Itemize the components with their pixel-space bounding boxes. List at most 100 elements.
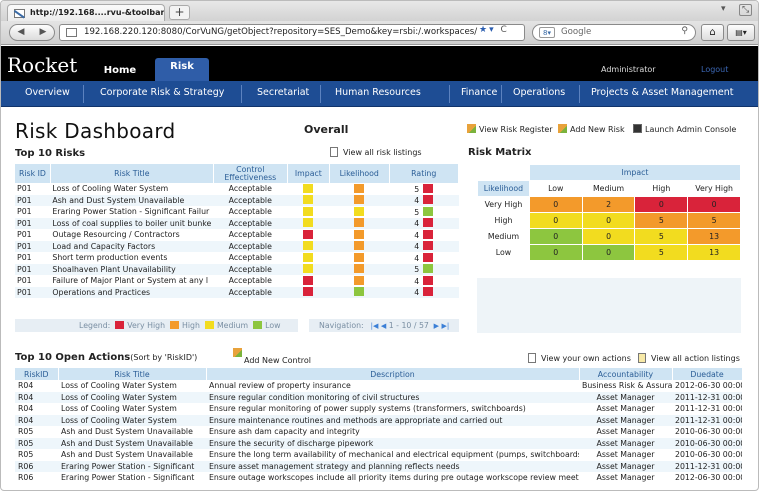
matrix-cell[interactable]: 13 xyxy=(687,228,741,245)
view-all-risk-listings-link[interactable]: View all risk listings xyxy=(330,147,422,157)
table-row[interactable]: P01 Shoalhaven Plant Unavailability Accept… xyxy=(15,263,459,275)
matrix-cell[interactable]: 0 xyxy=(581,212,636,229)
monitor-icon xyxy=(633,124,642,133)
legend-item-label: High xyxy=(182,321,200,330)
table-row[interactable]: P01 Eraring Power Station - Significant F… xyxy=(15,206,459,218)
column-header[interactable]: Likelihood xyxy=(329,164,390,183)
add-new-control-link[interactable]: Add New Control xyxy=(233,348,311,368)
table-row[interactable]: R06 Eraring Power Station - Significant En… xyxy=(15,472,742,484)
bookmarks-menu-icon[interactable]: ▤▾ xyxy=(727,24,755,41)
google-icon[interactable]: 8▾ xyxy=(539,27,555,38)
table-row[interactable]: R05 Ash and Dust System Unavailable Ensure… xyxy=(15,437,742,449)
matrix-cell[interactable]: 0 xyxy=(528,196,583,213)
menu-secretariat[interactable]: Secretariat xyxy=(257,87,309,98)
rating-cell: 5 xyxy=(389,263,459,275)
table-row[interactable]: P01 Outage Resourcing / Contractors Accept… xyxy=(15,229,459,241)
matrix-cell[interactable]: 0 xyxy=(687,196,741,213)
table-row[interactable]: R06 Eraring Power Station - Significant En… xyxy=(15,460,742,472)
table-row[interactable]: P01 Loss of Cooling Water System Acceptabl… xyxy=(15,183,459,195)
risk-id: P01 xyxy=(17,230,32,240)
table-row[interactable]: R04 Loss of Cooling Water System Annual re… xyxy=(15,380,742,392)
new-tab-button[interactable]: + xyxy=(169,5,190,20)
tab-risk[interactable]: Risk xyxy=(155,58,209,81)
table-row[interactable]: P01 Failure of Major Plant or System at a… xyxy=(15,275,459,287)
browser-tab[interactable]: http://192.168....rvu-&toolbar=0 xyxy=(7,4,165,21)
column-header[interactable]: Duedate xyxy=(672,368,743,380)
column-header[interactable]: RiskID xyxy=(15,368,59,380)
matrix-row: Very High 0 2 0 0 xyxy=(477,196,741,213)
menu-overview[interactable]: Overview xyxy=(25,87,70,98)
menu-operations[interactable]: Operations xyxy=(513,87,565,98)
risk-id: P01 xyxy=(17,276,32,286)
matrix-cell[interactable]: 0 xyxy=(528,212,583,229)
launch-admin-console-link[interactable]: Launch Admin Console xyxy=(633,124,736,134)
table-row[interactable]: R05 Ash and Dust System Unavailable Ensure… xyxy=(15,449,742,461)
matrix-cell[interactable]: 0 xyxy=(634,196,689,213)
page-favicon-icon xyxy=(14,9,25,18)
control-effectiveness: Acceptable xyxy=(213,194,288,206)
reload-icon[interactable]: C xyxy=(500,25,508,35)
menu-finance[interactable]: Finance xyxy=(461,87,497,98)
action-risk-title: Ash and Dust System Unavailable xyxy=(58,437,206,449)
matrix-cell[interactable]: 0 xyxy=(528,228,583,245)
column-header[interactable]: Description xyxy=(206,368,580,380)
matrix-cell[interactable]: 0 xyxy=(581,228,636,245)
likelihood-swatch xyxy=(354,275,365,285)
matrix-cell[interactable]: 5 xyxy=(634,228,689,245)
minimize-icon[interactable]: ▾ xyxy=(721,4,726,14)
action-accountability: Asset Manager xyxy=(579,437,672,449)
previous-page-icon[interactable]: ◀ xyxy=(381,322,386,330)
logout-link[interactable]: Logout xyxy=(701,65,728,74)
column-header[interactable]: Risk Title xyxy=(50,164,214,183)
view-all-action-listings-link[interactable]: View all action listings xyxy=(638,353,740,363)
table-row[interactable]: P01 Load and Capacity Factors Acceptable 4 xyxy=(15,240,459,252)
action-risk-id: R06 xyxy=(15,460,58,472)
tab-home[interactable]: Home xyxy=(85,61,155,81)
search-icon[interactable]: ⚲ xyxy=(681,26,688,36)
first-page-icon[interactable]: |◀ xyxy=(366,322,379,330)
action-risk-title: Eraring Power Station - Significant xyxy=(58,460,206,472)
view-risk-register-link[interactable]: View Risk Register xyxy=(467,124,553,134)
table-row[interactable]: P01 Ash and Dust System Unavailable Accept… xyxy=(15,194,459,206)
column-header[interactable]: Risk Title xyxy=(58,368,207,380)
impact-cell xyxy=(287,252,329,264)
matrix-cell[interactable]: 5 xyxy=(687,212,741,229)
column-header[interactable]: Rating xyxy=(389,164,459,183)
forward-icon[interactable]: ▶ xyxy=(32,25,54,40)
column-header[interactable]: Control Effectiveness xyxy=(213,164,288,183)
table-row[interactable]: P01 Loss of coal supplies to boiler unit … xyxy=(15,217,459,229)
impact-cell xyxy=(287,286,330,298)
pagination: Navigation: |◀ ◀ 1 - 10 / 57 ▶ ▶| xyxy=(309,319,459,332)
matrix-cell[interactable]: 0 xyxy=(581,244,636,261)
back-icon[interactable]: ◀ xyxy=(10,25,32,40)
matrix-cell[interactable]: 5 xyxy=(634,244,689,261)
matrix-cell[interactable]: 13 xyxy=(687,244,741,261)
table-row[interactable]: R04 Loss of Cooling Water System Ensure ma… xyxy=(15,414,742,426)
app-logo: Rocket xyxy=(7,53,78,77)
address-bar[interactable]: 192.168.220.120:8080/CorVuNG/getObject?r… xyxy=(59,24,525,41)
table-row[interactable]: R04 Loss of Cooling Water System Ensure re… xyxy=(15,391,742,403)
home-icon[interactable]: ⌂ xyxy=(701,24,724,41)
matrix-cell[interactable]: 0 xyxy=(528,244,583,261)
menu-projects-asset-management[interactable]: Projects & Asset Management xyxy=(591,87,733,98)
table-row[interactable]: R05 Ash and Dust System Unavailable Ensure… xyxy=(15,426,742,438)
view-own-actions-link[interactable]: View your own actions xyxy=(528,353,631,363)
table-row[interactable]: R04 Loss of Cooling Water System Ensure re… xyxy=(15,403,742,415)
column-header[interactable]: Accountability xyxy=(579,368,673,380)
search-bar[interactable]: 8▾ Google ⚲ xyxy=(532,24,696,41)
menu-human-resources[interactable]: Human Resources xyxy=(335,87,421,98)
next-page-icon[interactable]: ▶ xyxy=(431,322,439,330)
add-new-risk-link[interactable]: Add New Risk xyxy=(558,124,625,134)
bookmark-star-icon[interactable]: ★▾ C xyxy=(479,25,509,35)
last-page-icon[interactable]: ▶| xyxy=(441,322,449,330)
fullscreen-icon[interactable]: ⤡ xyxy=(739,4,753,16)
rating-cell: 4 xyxy=(389,217,459,229)
column-header[interactable]: Impact xyxy=(287,164,330,183)
table-row[interactable]: P01 Operations and Practices Acceptable 4 xyxy=(15,286,459,298)
table-row[interactable]: P01 Short term production events Acceptabl… xyxy=(15,252,459,264)
matrix-cell[interactable]: 2 xyxy=(581,196,636,213)
column-header[interactable]: Risk ID xyxy=(15,164,51,183)
matrix-cell[interactable]: 5 xyxy=(634,212,689,229)
view-all-action-listings-label: View all action listings xyxy=(651,354,740,363)
menu-corporate-risk[interactable]: Corporate Risk & Strategy xyxy=(100,87,224,98)
